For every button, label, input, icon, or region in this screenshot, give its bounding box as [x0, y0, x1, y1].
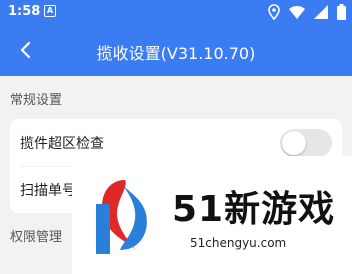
setting-label-cross-area-check: 揽件超区检查 — [20, 136, 104, 152]
section-header-permissions: 权限管理 — [10, 230, 63, 245]
watermark-logo-icon — [96, 180, 147, 254]
toggle-knob — [282, 131, 306, 155]
notification-badge-icon: A — [44, 5, 56, 17]
status-icons — [264, 4, 346, 20]
watermark-overlay: 51新游戏 51chengyu.com — [72, 156, 352, 274]
page-title: 揽收设置(V31.10.70) — [96, 44, 256, 63]
watermark-brand: 51新游戏 — [172, 189, 336, 230]
cross-area-check-toggle[interactable] — [280, 129, 332, 157]
app-bar: 揽收设置(V31.10.70) — [0, 24, 352, 76]
section-header-general: 常规设置 — [10, 93, 63, 108]
wifi-icon — [288, 6, 305, 19]
location-icon — [267, 4, 280, 20]
status-time: 1:58 — [8, 4, 41, 19]
status-bar: 1:58 A — [0, 0, 352, 24]
setting-label-scan-number: 扫描单号 — [20, 183, 76, 199]
signal-icon — [313, 5, 328, 19]
watermark-url: 51chengyu.com — [190, 236, 287, 250]
battery-icon — [337, 4, 346, 20]
